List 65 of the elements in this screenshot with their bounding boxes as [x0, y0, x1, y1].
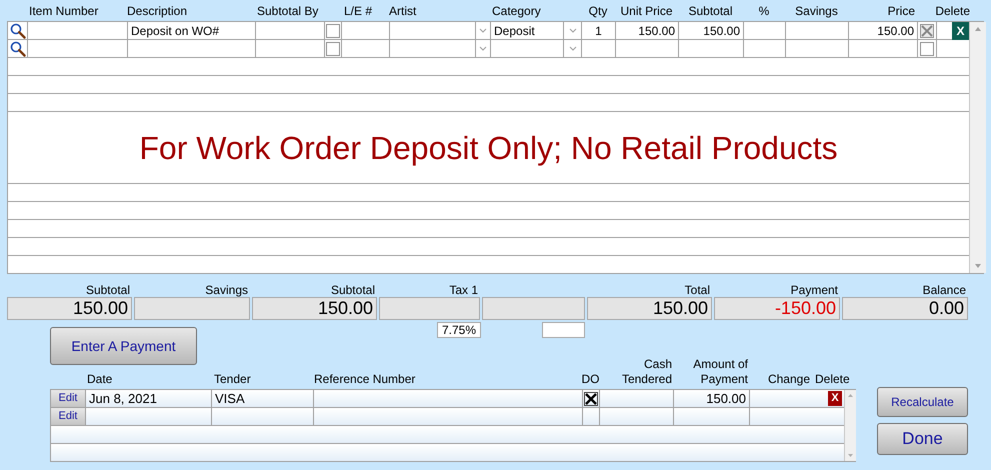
column-header: Unit Price — [620, 2, 672, 20]
action-button[interactable]: Done — [877, 423, 968, 455]
chevron-down-icon[interactable] — [568, 28, 576, 33]
edit-button[interactable]: Edit — [51, 390, 86, 407]
table-cell: Deposit on WO# — [128, 22, 256, 39]
total-field: 150.00 — [7, 297, 132, 320]
table-cell: 150.00 — [674, 390, 750, 407]
table-cell: VISA — [212, 390, 314, 407]
checkbox[interactable] — [583, 390, 600, 407]
notice-text: For Work Order Deposit Only; No Retail Products — [139, 128, 838, 168]
delete-button[interactable]: X — [828, 391, 842, 406]
column-header: % — [758, 2, 770, 20]
input-field[interactable] — [542, 322, 585, 338]
tax-rate-field[interactable]: 7.75% — [437, 322, 481, 338]
column-header: Delete — [815, 372, 850, 387]
checkbox[interactable] — [326, 24, 340, 38]
total-label: Tax 1 — [449, 282, 478, 299]
column-header: Delete — [935, 2, 970, 20]
total-label: Total — [684, 282, 710, 299]
scrollbar[interactable] — [844, 390, 856, 461]
total-label: Payment — [790, 282, 838, 299]
total-field: 150.00 — [252, 297, 377, 320]
column-header: Category — [491, 2, 541, 20]
search-icon[interactable] — [10, 22, 26, 38]
column-header: Reference Number — [314, 372, 416, 387]
column-header: Price — [888, 2, 916, 20]
checkbox[interactable] — [920, 42, 934, 56]
column-header: Artist — [389, 2, 416, 20]
total-field: 150.00 — [587, 297, 712, 320]
column-header: Description — [127, 2, 188, 20]
chevron-down-icon[interactable] — [479, 46, 487, 51]
column-header: Date — [87, 372, 112, 387]
checkbox[interactable] — [920, 24, 934, 38]
total-field: -150.00 — [714, 297, 840, 320]
column-header: Tender — [214, 372, 251, 387]
column-header: Amount of Payment — [692, 357, 748, 387]
table-cell: 150.00 — [849, 22, 918, 39]
column-header: DO — [582, 372, 600, 387]
edit-button[interactable]: Edit — [51, 408, 86, 425]
action-button[interactable]: Recalculate — [877, 387, 968, 417]
total-label: Savings — [205, 282, 248, 299]
table-cell: 150.00 — [616, 22, 679, 39]
enter-payment-button[interactable]: Enter A Payment — [50, 327, 197, 365]
total-label: Subtotal — [330, 282, 375, 299]
column-header: Cash Tendered — [620, 357, 672, 387]
column-header: Subtotal By — [256, 2, 318, 20]
total-label: Balance — [922, 282, 966, 299]
column-header: Change — [768, 372, 810, 387]
column-header: Subtotal — [688, 2, 733, 20]
table-cell: 150.00 — [679, 22, 744, 39]
total-field: 0.00 — [842, 297, 968, 320]
column-header: Item Number — [28, 2, 98, 20]
delete-button[interactable]: X — [952, 22, 969, 40]
chevron-down-icon[interactable] — [568, 46, 576, 51]
table-cell: Jun 8, 2021 — [86, 390, 212, 407]
column-header: L/E # — [343, 2, 372, 20]
table-cell: 1 — [582, 22, 616, 39]
column-header: Savings — [795, 2, 838, 20]
chevron-down-icon[interactable] — [479, 28, 487, 33]
table-cell: Deposit — [491, 22, 564, 39]
column-header: Qty — [588, 2, 608, 20]
scrollbar[interactable] — [969, 22, 986, 273]
checkbox[interactable] — [326, 42, 340, 56]
search-icon[interactable] — [10, 40, 26, 56]
total-label: Subtotal — [86, 282, 130, 299]
